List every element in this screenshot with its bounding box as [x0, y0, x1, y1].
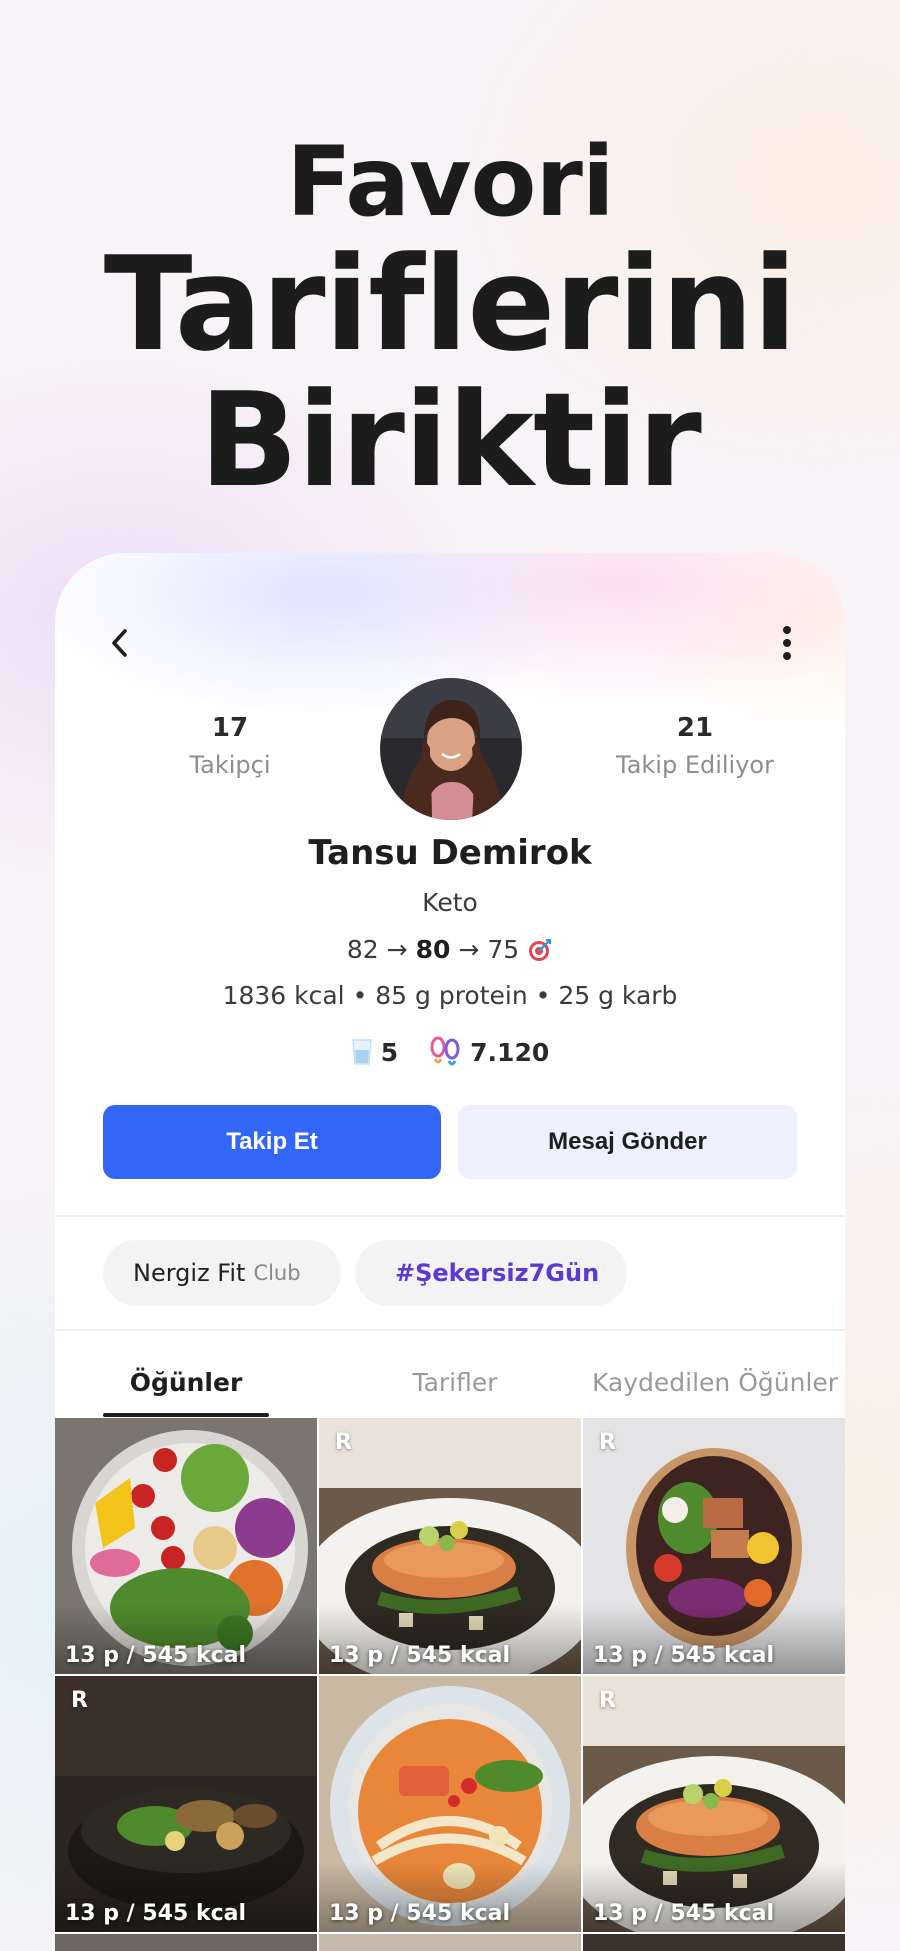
hashtag-chip[interactable]: #Şekersiz7Gün — [355, 1240, 627, 1306]
headline-line-2: Tariflerini — [103, 228, 797, 380]
following-stat[interactable]: 21 Takip Ediliyor — [575, 711, 815, 785]
more-options-button[interactable] — [767, 623, 807, 663]
avatar[interactable] — [380, 678, 522, 820]
meal-tile[interactable]: R 13 p / 545 kcal — [583, 1418, 845, 1674]
diet-type: Keto — [422, 888, 478, 917]
weight-start: 82 — [346, 935, 379, 964]
meal-caption: 13 p / 545 kcal — [593, 1901, 775, 1926]
recipe-badge: R — [335, 1430, 352, 1455]
meal-tile[interactable]: R 13 p / 545 kcal — [583, 1676, 845, 1932]
water-stat: 5 — [351, 1038, 398, 1067]
recipe-badge: R — [599, 1430, 616, 1455]
headline-line-3: Biriktir — [199, 364, 702, 516]
activity-summary: 5 7.120 — [55, 1035, 845, 1069]
tab-recipes[interactable]: Tarifler — [355, 1350, 555, 1416]
meal-tile[interactable]: R 13 p / 545 kcal — [319, 1418, 581, 1674]
send-message-button[interactable]: Mesaj Gönder — [458, 1105, 797, 1179]
weight-current: 80 — [415, 935, 451, 964]
headline-line-1: Favori — [286, 126, 615, 238]
followers-count: 17 — [211, 713, 249, 743]
steps-stat: 7.120 — [428, 1035, 549, 1069]
meal-tile[interactable]: 13 p / 545 kcal — [319, 1676, 581, 1932]
kebab-menu-icon — [783, 626, 791, 660]
profile-card: 17 Takipçi 21 Takip Ediliyor Tansu Demir… — [55, 553, 845, 1951]
divider — [55, 1329, 845, 1331]
steps-count: 7.120 — [470, 1037, 550, 1067]
meal-tile-peek[interactable] — [583, 1934, 845, 1951]
meal-caption: 13 p / 545 kcal — [593, 1643, 775, 1668]
water-glass-icon — [351, 1039, 372, 1065]
meal-tile-peek[interactable] — [319, 1934, 581, 1951]
arrow-2: → — [458, 935, 480, 964]
meal-grid-next-row — [55, 1934, 845, 1951]
recipe-badge: R — [599, 1688, 616, 1713]
meal-caption: 13 p / 545 kcal — [65, 1643, 247, 1668]
headline: Favori Tariflerini Biriktir — [0, 130, 900, 508]
meal-caption: 13 p / 545 kcal — [65, 1901, 247, 1926]
avatar-image — [380, 678, 522, 820]
following-label: Takip Ediliyor — [616, 751, 774, 779]
meal-grid: 13 p / 545 kcal R 13 p / 545 kcal R 13 p… — [55, 1418, 845, 1932]
meal-tile-peek[interactable] — [55, 1934, 317, 1951]
tab-meals[interactable]: Öğünler — [103, 1350, 269, 1416]
followers-label: Takipçi — [189, 751, 271, 779]
hashtag-label: #Şekersiz7Gün — [395, 1259, 600, 1287]
follow-button[interactable]: Takip Et — [103, 1105, 441, 1179]
arrow-1: → — [386, 935, 408, 964]
meal-tile[interactable]: 13 p / 545 kcal — [55, 1418, 317, 1674]
club-suffix: Club — [253, 1261, 301, 1285]
club-name: Nergiz Fit — [133, 1259, 246, 1287]
meal-tile[interactable]: R 13 p / 545 kcal — [55, 1676, 317, 1932]
meal-caption: 13 p / 545 kcal — [329, 1901, 511, 1926]
tab-saved-meals[interactable]: Kaydedilen Öğünler — [590, 1350, 840, 1416]
club-chip[interactable]: Nergiz Fit Club — [103, 1240, 341, 1306]
content-tabs: Öğünler Tarifler Kaydedilen Öğünler — [55, 1350, 845, 1416]
footsteps-icon — [430, 1036, 460, 1066]
recipe-badge: R — [71, 1688, 88, 1713]
target-icon — [529, 939, 552, 961]
weight-progress: 82 → 80 → 75 — [55, 933, 845, 967]
back-button[interactable] — [100, 623, 140, 663]
profile-name: Tansu Demirok — [308, 833, 592, 873]
chevron-left-icon — [112, 629, 127, 657]
active-tab-indicator — [103, 1413, 269, 1417]
followers-stat[interactable]: 17 Takipçi — [170, 711, 290, 785]
water-count: 5 — [380, 1037, 399, 1067]
divider — [55, 1215, 845, 1217]
following-count: 21 — [676, 713, 714, 743]
meal-caption: 13 p / 545 kcal — [329, 1643, 511, 1668]
weight-goal: 75 — [487, 935, 520, 964]
daily-macros: 1836 kcal • 85 g protein • 25 g karb — [222, 981, 678, 1010]
